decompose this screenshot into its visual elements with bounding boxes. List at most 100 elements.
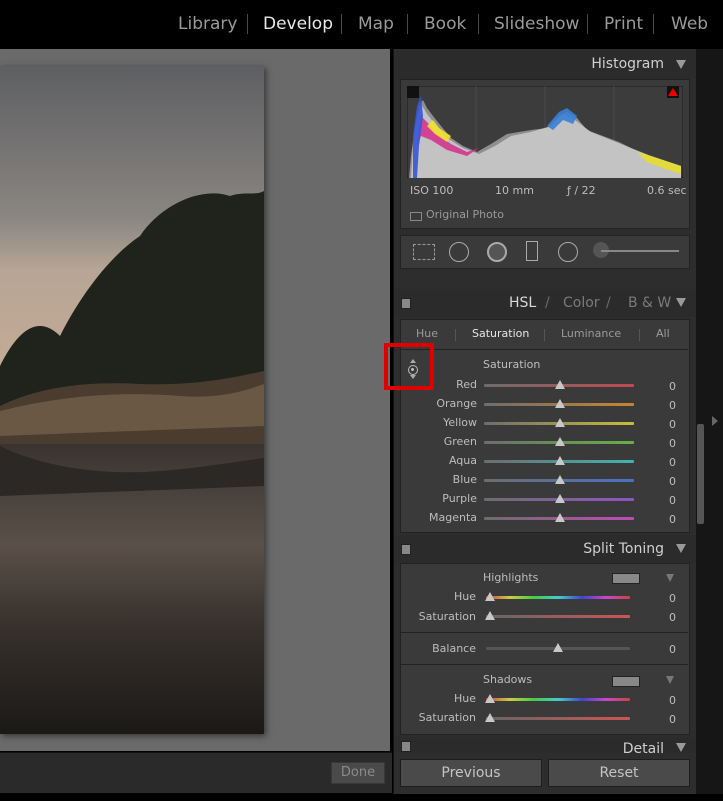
shadows-label: Shadows [483, 673, 533, 686]
panel-switch-icon[interactable] [401, 741, 411, 752]
hsl-tab[interactable]: HSL [509, 295, 536, 311]
hsl-slider-label: Blue [452, 473, 477, 486]
bw-tab[interactable]: B & W [628, 295, 671, 311]
color-tab[interactable]: Color [563, 295, 600, 311]
tab-separator [639, 329, 640, 341]
slider-knob[interactable] [485, 694, 495, 703]
highlights-saturation-value[interactable]: 0 [656, 611, 676, 624]
shadows-saturation-slider[interactable] [486, 717, 630, 720]
hsl-section-label: Saturation [483, 358, 541, 371]
collapse-triangle-icon[interactable] [676, 60, 686, 69]
highlights-hue-slider[interactable] [486, 596, 630, 599]
checkbox-icon[interactable] [410, 212, 422, 221]
module-web[interactable]: Web [671, 14, 708, 34]
split-toning-header[interactable]: Split Toning [394, 535, 696, 563]
slider-knob[interactable] [485, 592, 495, 601]
tab-all[interactable]: All [656, 327, 670, 340]
hsl-slider-value[interactable]: 0 [656, 380, 676, 393]
reset-button[interactable]: Reset [548, 759, 690, 787]
divider [400, 664, 688, 665]
hsl-slider-value[interactable]: 0 [656, 475, 676, 488]
highlights-hue-value[interactable]: 0 [656, 592, 676, 605]
hsl-slider-label: Green [443, 435, 477, 448]
slider-knob[interactable] [555, 399, 565, 408]
histogram-iso: ISO 100 [410, 184, 454, 197]
slider-knob[interactable] [485, 611, 495, 620]
histogram-aperture: ƒ / 22 [567, 184, 596, 197]
dropdown-triangle-icon[interactable] [666, 676, 674, 684]
module-book[interactable]: Book [424, 14, 466, 34]
tab-hue[interactable]: Hue [416, 327, 438, 340]
graduated-filter-icon[interactable] [526, 241, 538, 261]
module-separator [407, 14, 408, 34]
module-bar: Library Develop Map Book Slideshow Print… [0, 0, 723, 48]
panel-switch-icon[interactable] [401, 544, 411, 555]
hsl-slider-label: Purple [442, 492, 477, 505]
slider-knob[interactable] [485, 713, 495, 722]
highlights-saturation-slider[interactable] [486, 615, 630, 618]
module-print[interactable]: Print [604, 14, 643, 34]
module-map[interactable]: Map [358, 14, 394, 34]
hsl-slider-label: Aqua [448, 454, 477, 467]
crop-tool-icon[interactable] [413, 244, 435, 260]
histogram-focal: 10 mm [495, 184, 534, 197]
shadows-color-swatch[interactable] [612, 676, 640, 687]
panel-scrollbar[interactable] [697, 424, 704, 524]
hsl-slider-value[interactable]: 0 [656, 437, 676, 450]
hsl-slider-value[interactable]: 0 [656, 418, 676, 431]
slider-knob[interactable] [553, 643, 563, 652]
hsl-header[interactable]: HSL / Color / B & W [394, 289, 696, 317]
red-eye-icon[interactable] [487, 242, 507, 262]
done-button[interactable]: Done [331, 762, 385, 784]
tab-luminance[interactable]: Luminance [561, 327, 621, 340]
highlights-color-swatch[interactable] [612, 573, 640, 584]
module-separator [587, 14, 588, 34]
tab-saturation[interactable]: Saturation [472, 327, 529, 340]
spot-removal-icon[interactable] [449, 242, 469, 262]
slider-knob[interactable] [555, 456, 565, 465]
slider-knob[interactable] [555, 475, 565, 484]
shadows-hue-slider[interactable] [486, 698, 630, 701]
highlights-hue-label: Hue [453, 590, 476, 603]
collapse-triangle-icon[interactable] [676, 298, 686, 307]
tab-separator [455, 329, 456, 341]
dropdown-triangle-icon[interactable] [666, 574, 674, 582]
slider-knob[interactable] [555, 418, 565, 427]
brush-slider[interactable] [601, 250, 679, 252]
shadows-saturation-value[interactable]: 0 [656, 713, 676, 726]
panel-switch-icon[interactable] [401, 298, 411, 309]
photo-preview[interactable] [0, 66, 264, 734]
module-library[interactable]: Library [178, 14, 237, 34]
previous-button[interactable]: Previous [400, 759, 542, 787]
histogram-title: Histogram [591, 56, 664, 72]
collapse-triangle-icon[interactable] [676, 743, 686, 752]
radial-filter-icon[interactable] [558, 242, 578, 262]
detail-title: Detail [622, 741, 664, 753]
histogram-graph[interactable] [407, 86, 683, 178]
tab-separator [544, 329, 545, 341]
expand-panel-arrow-icon[interactable] [712, 416, 718, 426]
highlight-clipping-icon[interactable] [667, 86, 679, 98]
slider-knob[interactable] [555, 513, 565, 522]
detail-header[interactable]: Detail [394, 737, 696, 753]
balance-value[interactable]: 0 [656, 643, 676, 656]
panel-scroll-strip [696, 49, 723, 794]
divider [400, 632, 688, 633]
hsl-slider-value[interactable]: 0 [656, 456, 676, 469]
highlights-saturation-label: Saturation [418, 610, 476, 623]
histogram-header[interactable]: Histogram [394, 51, 696, 79]
module-develop[interactable]: Develop [263, 14, 333, 34]
right-panel: Histogram ISO 100 10 mm ƒ / 22 0.6 sec O… [393, 49, 696, 794]
shadows-hue-label: Hue [453, 692, 476, 705]
hsl-slider-value[interactable]: 0 [656, 513, 676, 526]
slider-knob[interactable] [555, 437, 565, 446]
shadows-hue-value[interactable]: 0 [656, 694, 676, 707]
slider-knob[interactable] [555, 494, 565, 503]
collapse-triangle-icon[interactable] [676, 544, 686, 553]
module-slideshow[interactable]: Slideshow [494, 14, 579, 34]
hsl-slider-value[interactable]: 0 [656, 399, 676, 412]
shadow-clipping-icon[interactable] [407, 86, 419, 98]
hsl-slider-label: Yellow [443, 416, 477, 429]
hsl-slider-value[interactable]: 0 [656, 494, 676, 507]
slider-knob[interactable] [555, 380, 565, 389]
